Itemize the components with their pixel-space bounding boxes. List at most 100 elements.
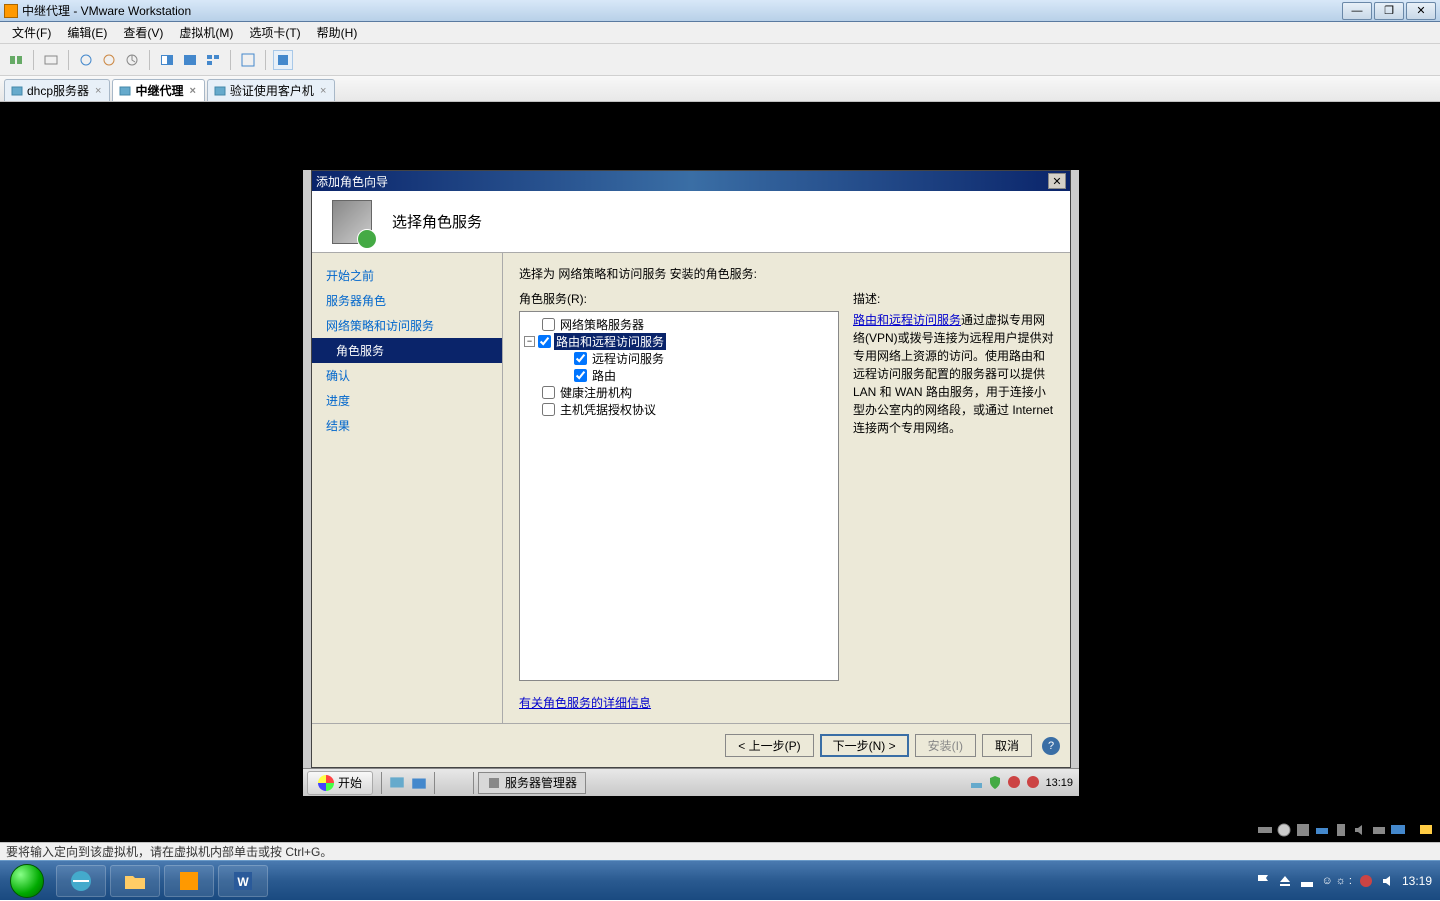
- role-services-tree[interactable]: 网络策略服务器 − 路由和远程访问服务 远程访问服务: [519, 311, 839, 681]
- dialog-close-button[interactable]: ✕: [1048, 173, 1066, 189]
- tray-update-icon[interactable]: [1007, 775, 1022, 790]
- taskbar-ie[interactable]: [56, 865, 106, 897]
- dialog-header-text: 选择角色服务: [392, 211, 482, 232]
- minimize-button[interactable]: —: [1342, 2, 1372, 20]
- dialog-footer: < 上一步(P) 下一步(N) > 安装(I) 取消 ?: [312, 723, 1070, 767]
- menu-help[interactable]: 帮助(H): [309, 22, 366, 43]
- tray-ime-icon[interactable]: ☺ ☼ :: [1321, 875, 1351, 887]
- tree-item-health[interactable]: 健康注册机构: [524, 384, 834, 401]
- guest-start-button[interactable]: 开始: [307, 771, 373, 795]
- taskbar-server-manager[interactable]: 服务器管理器: [478, 772, 586, 794]
- menu-bar: 文件(F) 编辑(E) 查看(V) 虚拟机(M) 选项卡(T) 帮助(H): [0, 22, 1440, 44]
- nav-role-services[interactable]: 角色服务: [312, 338, 502, 363]
- tree-item-hcap[interactable]: 主机凭据授权协议: [524, 401, 834, 418]
- tray-shield-icon[interactable]: [988, 775, 1003, 790]
- tray-eject-icon[interactable]: [1277, 873, 1293, 889]
- guest-tray: 13:19: [963, 775, 1079, 790]
- device-usb-icon[interactable]: [1333, 822, 1349, 838]
- tree-item-rras[interactable]: − 路由和远程访问服务: [524, 333, 834, 350]
- folder-icon: [122, 868, 148, 894]
- nav-progress[interactable]: 进度: [312, 388, 502, 413]
- help-icon[interactable]: ?: [1042, 737, 1060, 755]
- separator: [473, 772, 474, 794]
- maximize-button[interactable]: ❐: [1374, 2, 1404, 20]
- prev-button[interactable]: < 上一步(P): [725, 734, 813, 757]
- tab-close-button[interactable]: ×: [318, 85, 328, 97]
- tab-dhcp[interactable]: dhcp服务器 ×: [4, 79, 110, 101]
- quicklaunch-desktop-icon[interactable]: [388, 774, 406, 792]
- view-unity-button[interactable]: [180, 50, 200, 70]
- checkbox-routing[interactable]: [574, 369, 587, 382]
- tab-client[interactable]: 验证使用客户机 ×: [207, 79, 335, 101]
- device-display-icon[interactable]: [1390, 822, 1406, 838]
- dialog-titlebar[interactable]: 添加角色向导 ✕: [312, 171, 1070, 191]
- nav-confirm[interactable]: 确认: [312, 363, 502, 388]
- checkbox-health[interactable]: [542, 386, 555, 399]
- view-console-button[interactable]: [157, 50, 177, 70]
- menu-view[interactable]: 查看(V): [115, 22, 171, 43]
- device-cd-icon[interactable]: [1276, 822, 1292, 838]
- tray-action-icon[interactable]: [1026, 775, 1041, 790]
- collapse-icon[interactable]: −: [524, 336, 535, 347]
- device-printer-icon[interactable]: [1371, 822, 1387, 838]
- device-sound-icon[interactable]: [1352, 822, 1368, 838]
- taskbar-vmware[interactable]: [164, 865, 214, 897]
- menu-vm[interactable]: 虚拟机(M): [171, 22, 241, 43]
- next-button[interactable]: 下一步(N) >: [820, 734, 909, 757]
- checkbox-hcap[interactable]: [542, 403, 555, 416]
- snapshot-revert-button[interactable]: [99, 50, 119, 70]
- dialog-title: 添加角色向导: [316, 173, 1048, 190]
- fullscreen-button[interactable]: [238, 50, 258, 70]
- nav-before[interactable]: 开始之前: [312, 263, 502, 288]
- device-message-icon[interactable]: [1418, 822, 1434, 838]
- view-thumbnail-button[interactable]: [203, 50, 223, 70]
- device-network-icon[interactable]: [1314, 822, 1330, 838]
- quicklaunch-explorer-icon[interactable]: [410, 774, 428, 792]
- description-panel: 描述: 路由和远程访问服务通过虚拟专用网络(VPN)或拨号连接为远程用户提供对专…: [853, 290, 1054, 686]
- checkbox-nps-server[interactable]: [542, 318, 555, 331]
- device-floppy-icon[interactable]: [1295, 822, 1311, 838]
- menu-file[interactable]: 文件(F): [4, 22, 59, 43]
- tray-security-icon[interactable]: [1358, 873, 1374, 889]
- tray-volume-icon[interactable]: [1380, 873, 1396, 889]
- unity-mode-button[interactable]: [273, 50, 293, 70]
- app-icon: [4, 4, 18, 18]
- menu-tabs[interactable]: 选项卡(T): [241, 22, 308, 43]
- tray-network-icon[interactable]: [1299, 873, 1315, 889]
- nav-nps[interactable]: 网络策略和访问服务: [312, 313, 502, 338]
- tab-close-button[interactable]: ×: [93, 85, 103, 97]
- vm-viewport[interactable]: 添加角色向导 ✕ 选择角色服务 开始之前 服务器角色 网络策略和访问服务 角色服…: [0, 102, 1440, 842]
- tab-relay[interactable]: 中继代理 ×: [112, 79, 204, 101]
- snapshot-button[interactable]: [41, 50, 61, 70]
- window-title: 中继代理 - VMware Workstation: [22, 2, 1340, 19]
- device-hdd-icon[interactable]: [1257, 822, 1273, 838]
- taskbar-explorer[interactable]: [110, 865, 160, 897]
- snapshot-take-button[interactable]: [76, 50, 96, 70]
- tab-close-button[interactable]: ×: [187, 85, 197, 97]
- vm-device-tray: [1257, 822, 1434, 838]
- more-info-link-row: 有关角色服务的详细信息: [519, 694, 1054, 711]
- tray-flag-icon[interactable]: [1255, 873, 1271, 889]
- checkbox-rras[interactable]: [538, 335, 551, 348]
- tree-item-remote-access[interactable]: 远程访问服务: [524, 350, 834, 367]
- server-manager-icon: [487, 776, 501, 790]
- power-on-button[interactable]: [6, 50, 26, 70]
- more-info-link[interactable]: 有关角色服务的详细信息: [519, 696, 651, 710]
- host-start-button[interactable]: [0, 861, 54, 901]
- checkbox-remote-access[interactable]: [574, 352, 587, 365]
- wizard-icon: [332, 200, 372, 244]
- cancel-button[interactable]: 取消: [982, 734, 1032, 757]
- nav-results[interactable]: 结果: [312, 413, 502, 438]
- close-button[interactable]: ✕: [1406, 2, 1436, 20]
- host-clock: 13:19: [1402, 874, 1432, 888]
- tree-label-hcap: 主机凭据授权协议: [558, 401, 658, 418]
- description-link[interactable]: 路由和远程访问服务: [853, 313, 961, 327]
- tree-item-routing[interactable]: 路由: [524, 367, 834, 384]
- snapshot-manage-button[interactable]: [122, 50, 142, 70]
- tray-network-icon[interactable]: [969, 775, 984, 790]
- nav-server-roles[interactable]: 服务器角色: [312, 288, 502, 313]
- tree-item-nps-server[interactable]: 网络策略服务器: [524, 316, 834, 333]
- taskbar-word[interactable]: W: [218, 865, 268, 897]
- menu-edit[interactable]: 编辑(E): [59, 22, 115, 43]
- wizard-content: 选择为 网络策略和访问服务 安装的角色服务: 角色服务(R): 网络策略服务器 …: [502, 253, 1070, 723]
